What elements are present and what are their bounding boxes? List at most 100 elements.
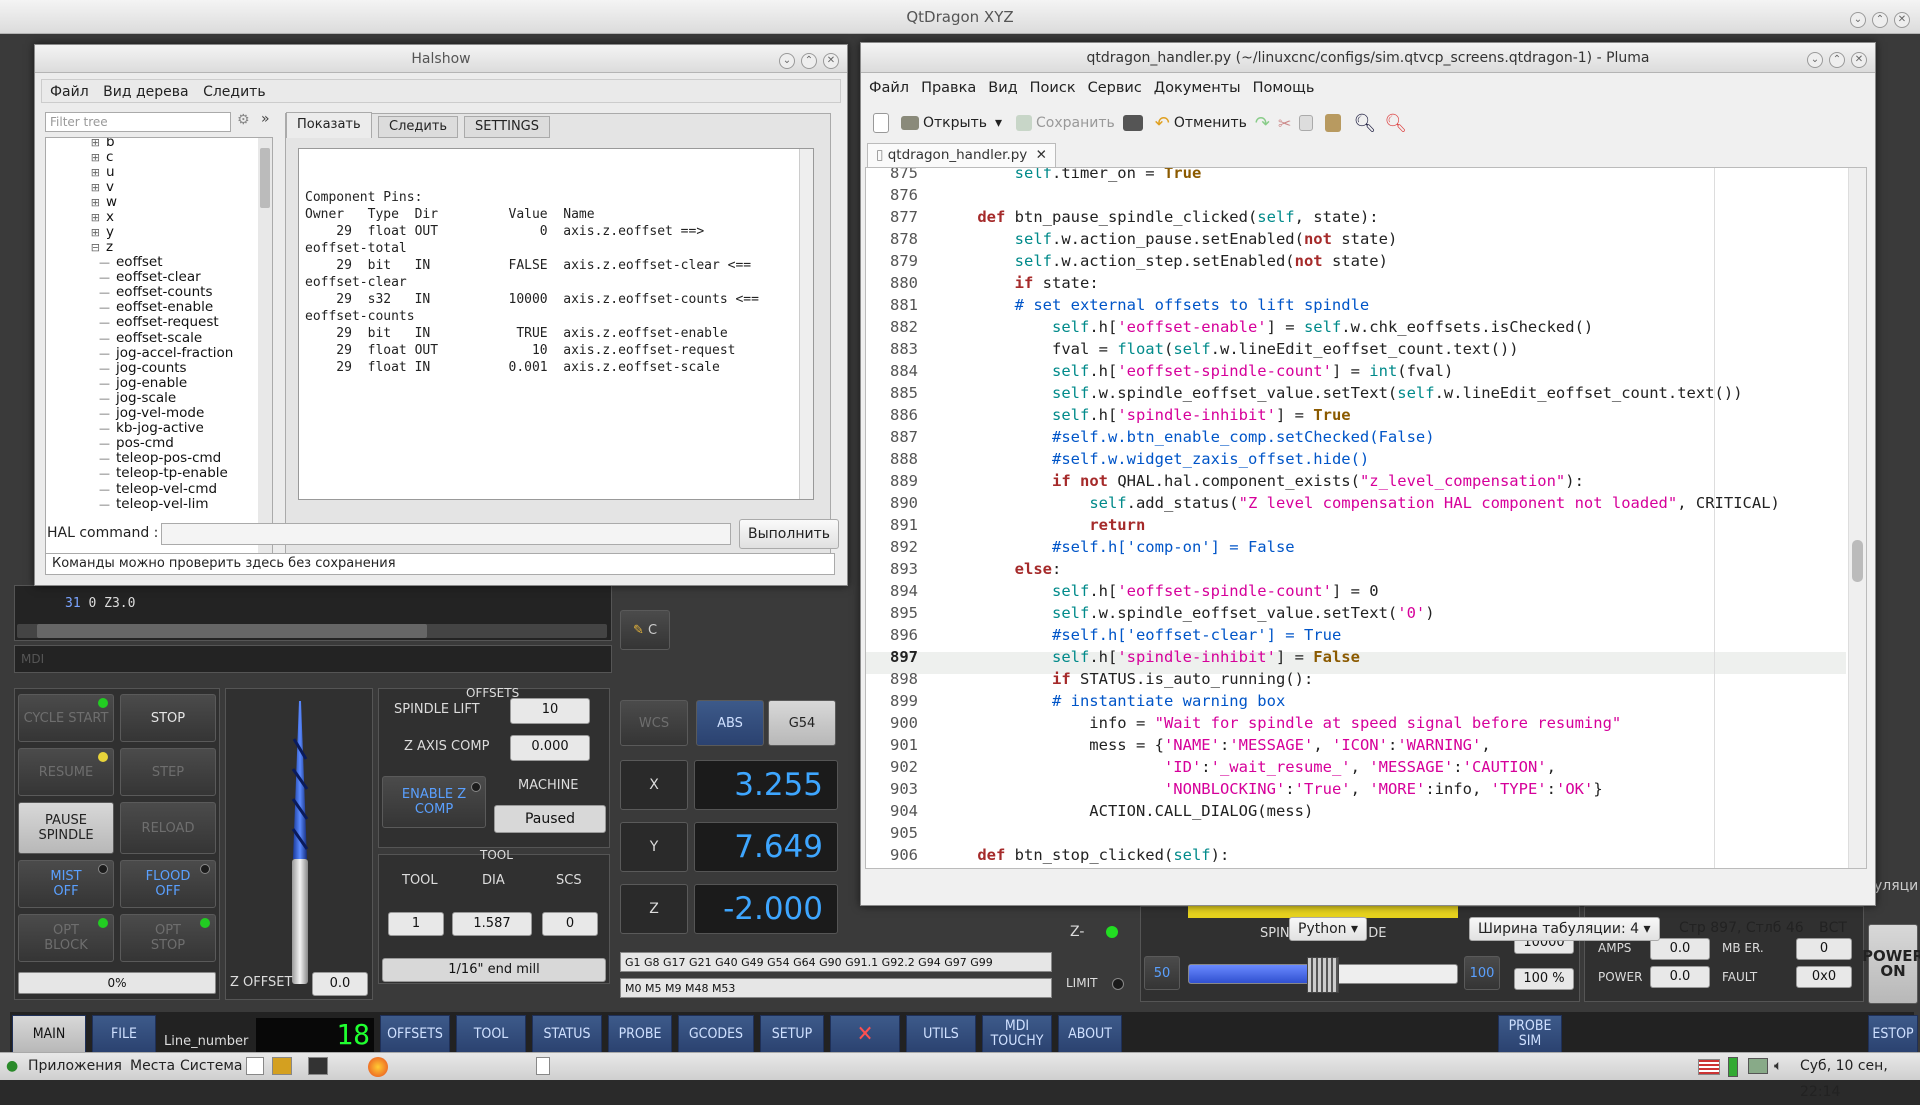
tree-node[interactable]: — eoffset-request [46, 314, 219, 330]
z-axis-button[interactable]: Z [620, 884, 688, 934]
code-line[interactable]: 896 #self.h['eoffset-clear'] = True [866, 624, 1780, 646]
tree-expander-icon[interactable]: ⊞ [46, 151, 106, 164]
tree-node[interactable]: — eoffset-counts [46, 284, 213, 300]
tree-node[interactable]: ⊟ z [46, 239, 113, 255]
tree-expander-icon[interactable]: ⊞ [46, 166, 106, 179]
code-line[interactable]: 891 return [866, 514, 1780, 536]
code-editor[interactable]: 875 self.timer_on = True 876 877 def btn_p… [865, 167, 1867, 869]
code-line[interactable]: 901 mess = {'NAME':'MESSAGE', 'ICON':'WA… [866, 734, 1780, 756]
tab-tools-icon[interactable]: ✕ [830, 1015, 900, 1053]
tree-node[interactable]: — teleop-pos-cmd [46, 450, 221, 466]
execute-button[interactable]: Выполнить [739, 519, 839, 549]
tree-node[interactable]: — eoffset-enable [46, 299, 213, 315]
code-line[interactable]: 887 #self.w.btn_enable_comp.setChecked(F… [866, 426, 1780, 448]
code-line[interactable]: 900 info = "Wait for spindle at speed si… [866, 712, 1780, 734]
replace-button[interactable]: 🔍︎ [1384, 113, 1407, 134]
code-line[interactable]: 904 ACTION.CALL_DIALOG(mess) [866, 800, 1780, 822]
menu-help[interactable]: Помощь [1253, 80, 1315, 96]
tree-expander-icon[interactable]: ⊞ [46, 181, 106, 194]
close-tab-icon[interactable]: ✕ [1036, 147, 1047, 163]
clock[interactable]: Суб, 10 сен, 22:14 [1800, 1053, 1920, 1105]
tree-node[interactable]: ⊞ v [46, 179, 114, 195]
maximize-icon[interactable]: ⌃ [1872, 12, 1888, 28]
close-icon[interactable]: ✕ [823, 53, 839, 69]
code-line[interactable]: 890 self.add_status("Z level compensatio… [866, 492, 1780, 514]
code-line[interactable]: 903 'NONBLOCKING':'True', 'MORE':info, '… [866, 778, 1780, 800]
open-dropdown[interactable]: ▾ [995, 115, 1002, 131]
code-line[interactable]: 876 [866, 184, 1780, 206]
tab-width-selector[interactable]: Ширина табуляции: 4 ▾ [1469, 917, 1660, 941]
clear-button[interactable]: ✎ C [620, 610, 670, 650]
tree-node[interactable]: — jog-scale [46, 390, 176, 406]
pause-spindle-button[interactable]: PAUSE SPINDLE [18, 802, 114, 854]
tree-node[interactable]: — jog-enable [46, 375, 187, 391]
menu-tools[interactable]: Сервис [1088, 80, 1142, 96]
abs-button[interactable]: ABS [696, 700, 764, 746]
tab-tool[interactable]: TOOL [456, 1015, 526, 1053]
tab-offsets[interactable]: OFFSETS [380, 1015, 450, 1053]
tab-show[interactable]: Показать [286, 112, 372, 138]
gcode-scrollbar[interactable] [17, 624, 607, 638]
spindle-50-button[interactable]: 50 [1144, 956, 1180, 990]
code-line[interactable]: 875 self.timer_on = True [866, 168, 1780, 184]
document-tab[interactable]: ▯ qtdragon_handler.py ✕ [867, 143, 1056, 167]
save-button[interactable]: Сохранить [1016, 115, 1115, 131]
reload-button[interactable]: RELOAD [120, 802, 216, 854]
code-line[interactable]: 897 self.h['spindle-inhibit'] = False [866, 646, 1780, 668]
editor-scrollbar[interactable] [1848, 168, 1866, 868]
tab-utils[interactable]: UTILS [906, 1015, 976, 1053]
code-line[interactable]: 898 if STATUS.is_auto_running(): [866, 668, 1780, 690]
minimize-icon[interactable]: ⌄ [1850, 12, 1866, 28]
code-line[interactable]: 905 [866, 822, 1780, 844]
tree-expander-icon[interactable]: ⊞ [46, 226, 106, 239]
menu-view[interactable]: Вид [988, 80, 1017, 96]
tree-node[interactable]: ⊞ u [46, 164, 115, 180]
code-line[interactable]: 877 def btn_pause_spindle_clicked(self, … [866, 206, 1780, 228]
tab-probe[interactable]: PROBE [608, 1015, 672, 1053]
filter-settings-icon[interactable]: ⚙ [237, 112, 250, 128]
tab-mdi-touchy[interactable]: MDI TOUCHY [982, 1015, 1052, 1053]
tab-about[interactable]: ABOUT [1058, 1015, 1122, 1053]
menu-search[interactable]: Поиск [1030, 80, 1076, 96]
code-line[interactable]: 889 if not QHAL.hal.component_exists("z_… [866, 470, 1780, 492]
cut-button[interactable]: ✂ [1278, 114, 1291, 133]
menu-tree-view[interactable]: Вид дерева [103, 84, 188, 100]
tree-node[interactable]: — eoffset-scale [46, 330, 202, 346]
code-line[interactable]: 880 if state: [866, 272, 1780, 294]
enable-zcomp-button[interactable]: ENABLE Z COMP [382, 776, 486, 828]
step-button[interactable]: STEP [120, 748, 216, 796]
output-scrollbar[interactable] [799, 149, 813, 499]
filter-tree-input[interactable]: Filter tree [45, 112, 231, 132]
code-line[interactable]: 883 fval = float(self.w.lineEdit_eoffset… [866, 338, 1780, 360]
tree-expander-icon[interactable]: ⊞ [46, 211, 106, 224]
code-line[interactable]: 894 self.h['eoffset-spindle-count'] = 0 [866, 580, 1780, 602]
tab-setup[interactable]: SETUP [760, 1015, 824, 1053]
menu-file[interactable]: Файл [50, 84, 89, 100]
tree-node[interactable]: ⊞ c [46, 149, 114, 165]
minimize-icon[interactable]: ⌄ [1807, 52, 1823, 68]
language-selector[interactable]: Python ▾ [1289, 917, 1368, 941]
estop-button[interactable]: ESTOP [1868, 1015, 1918, 1053]
menu-file[interactable]: Файл [869, 80, 909, 96]
tree-node[interactable]: — eoffset-clear [46, 269, 201, 285]
close-icon[interactable]: ✕ [1894, 12, 1910, 28]
power-on-button[interactable]: POWER ON [1862, 924, 1920, 1004]
spindle-100-button[interactable]: 100 [1464, 956, 1500, 990]
print-button[interactable] [1122, 115, 1147, 131]
tree-expander-icon[interactable]: ⊞ [46, 138, 106, 149]
g54-button[interactable]: G54 [768, 700, 836, 746]
gcode-viewer[interactable]: 31 0 Z3.0 [14, 585, 612, 641]
copy-button[interactable] [1299, 115, 1317, 131]
probe-sim-button[interactable]: PROBE SIM [1498, 1015, 1562, 1053]
code-line[interactable]: 892 #self.h['comp-on'] = False [866, 536, 1780, 558]
system-menu[interactable]: Система [180, 1053, 242, 1079]
x-axis-button[interactable]: X [620, 760, 688, 810]
tree-node[interactable]: — jog-counts [46, 360, 187, 376]
minimize-icon[interactable]: ⌄ [779, 53, 795, 69]
keyboard-layout-flag-icon[interactable] [1698, 1059, 1720, 1075]
maximize-icon[interactable]: ⌃ [1829, 52, 1845, 68]
tab-file[interactable]: FILE [92, 1015, 156, 1053]
find-button[interactable]: 🔍︎ [1353, 113, 1376, 134]
undo-button[interactable]: ↶ Отменить [1155, 113, 1247, 134]
tree-node[interactable]: — pos-cmd [46, 435, 174, 451]
